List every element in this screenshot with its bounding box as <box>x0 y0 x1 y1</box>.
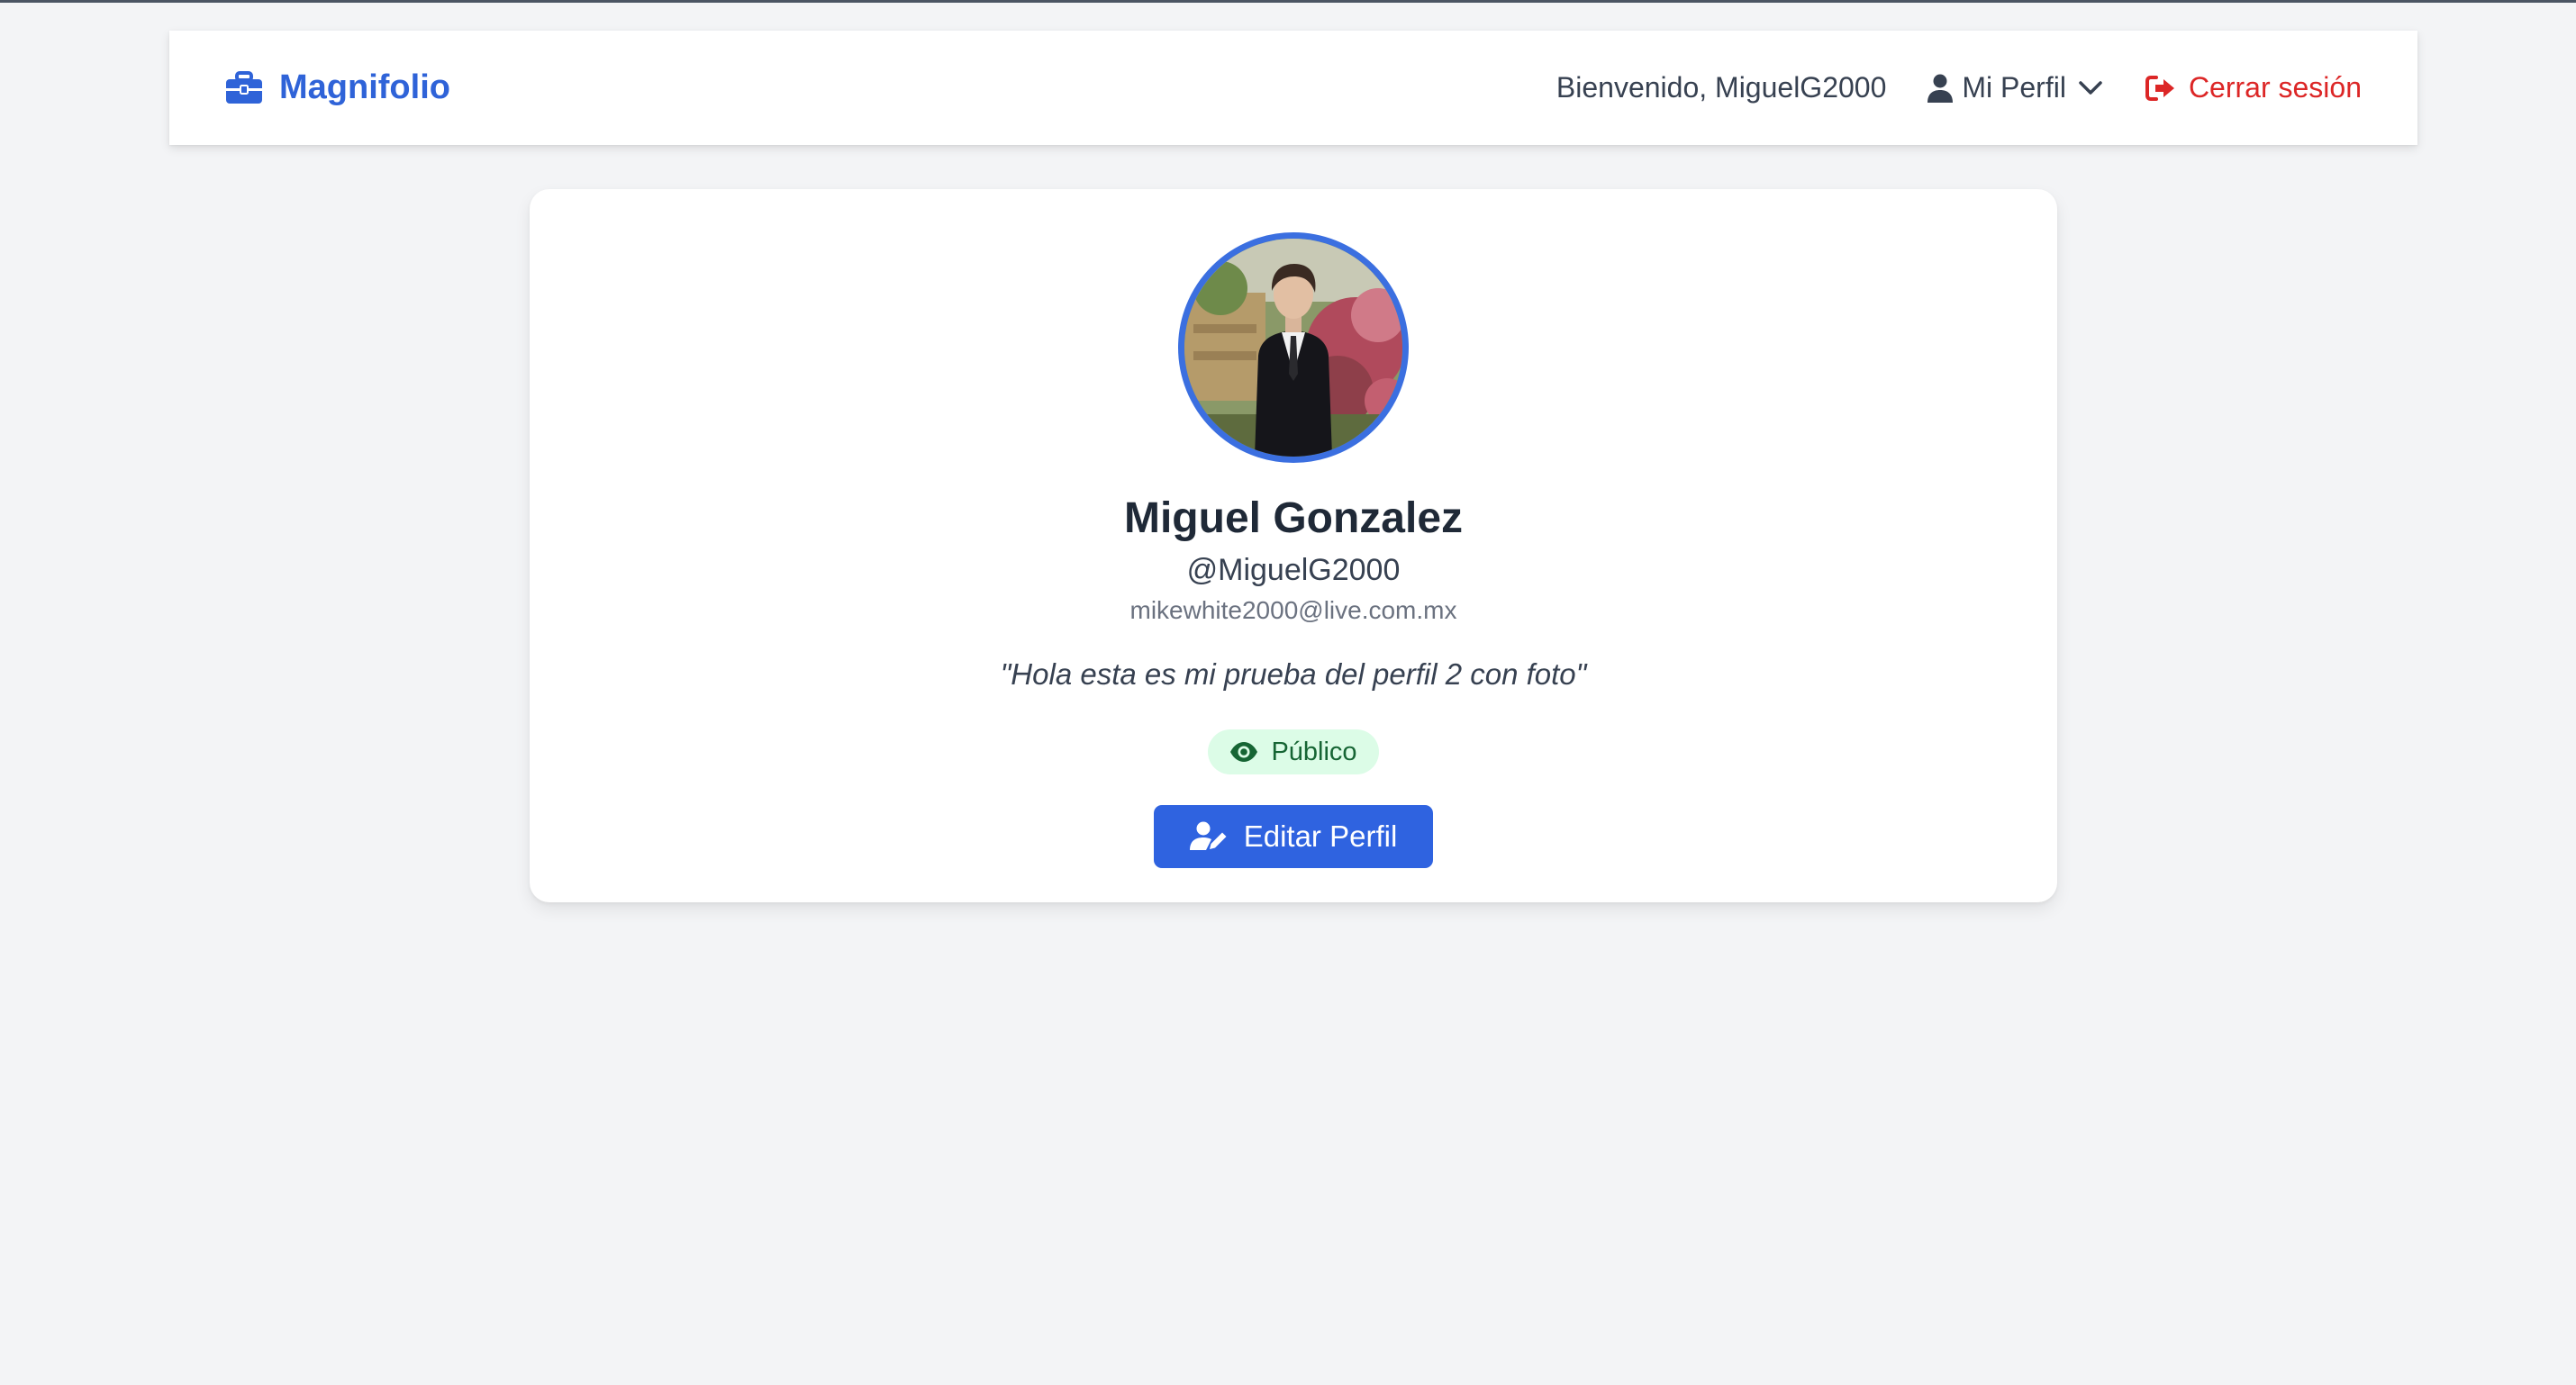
visibility-badge: Público <box>1208 729 1379 774</box>
profile-photo <box>1184 239 1402 457</box>
profile-bio: "Hola esta es mi prueba del perfil 2 con… <box>1000 657 1587 691</box>
welcome-text: Bienvenido, MiguelG2000 <box>1556 71 1887 104</box>
profile-menu[interactable]: Mi Perfil <box>1927 71 2102 104</box>
eye-icon <box>1230 742 1258 762</box>
avatar <box>1178 232 1409 463</box>
logout-link[interactable]: Cerrar sesión <box>2145 71 2362 104</box>
edit-button-wrap: Editar Perfil <box>530 805 2057 868</box>
sign-out-icon <box>2145 75 2174 101</box>
profile-email: mikewhite2000@live.com.mx <box>1129 596 1457 624</box>
logout-label: Cerrar sesión <box>2188 71 2362 104</box>
window-top-border <box>0 0 2576 3</box>
profile-menu-label: Mi Perfil <box>1962 71 2066 104</box>
visibility-label: Público <box>1271 737 1357 766</box>
user-icon <box>1927 74 1954 103</box>
brand-link[interactable]: Magnifolio <box>225 68 450 107</box>
edit-profile-label: Editar Perfil <box>1243 819 1398 853</box>
navbar: Magnifolio Bienvenido, MiguelG2000 Mi Pe… <box>169 31 2417 145</box>
profile-card: Miguel Gonzalez @MiguelG2000 mikewhite20… <box>530 189 2057 902</box>
navbar-actions: Bienvenido, MiguelG2000 Mi Perfil Cerrar… <box>1556 71 2362 104</box>
edit-profile-button[interactable]: Editar Perfil <box>1153 805 1434 868</box>
chevron-down-icon <box>2079 80 2102 95</box>
visibility-badge-wrap: Público <box>530 729 2057 774</box>
profile-username: @MiguelG2000 <box>1186 553 1401 587</box>
profile-name: Miguel Gonzalez <box>1123 494 1464 542</box>
user-edit-icon <box>1189 821 1227 850</box>
brand-name: Magnifolio <box>279 68 450 106</box>
briefcase-icon <box>226 70 262 104</box>
